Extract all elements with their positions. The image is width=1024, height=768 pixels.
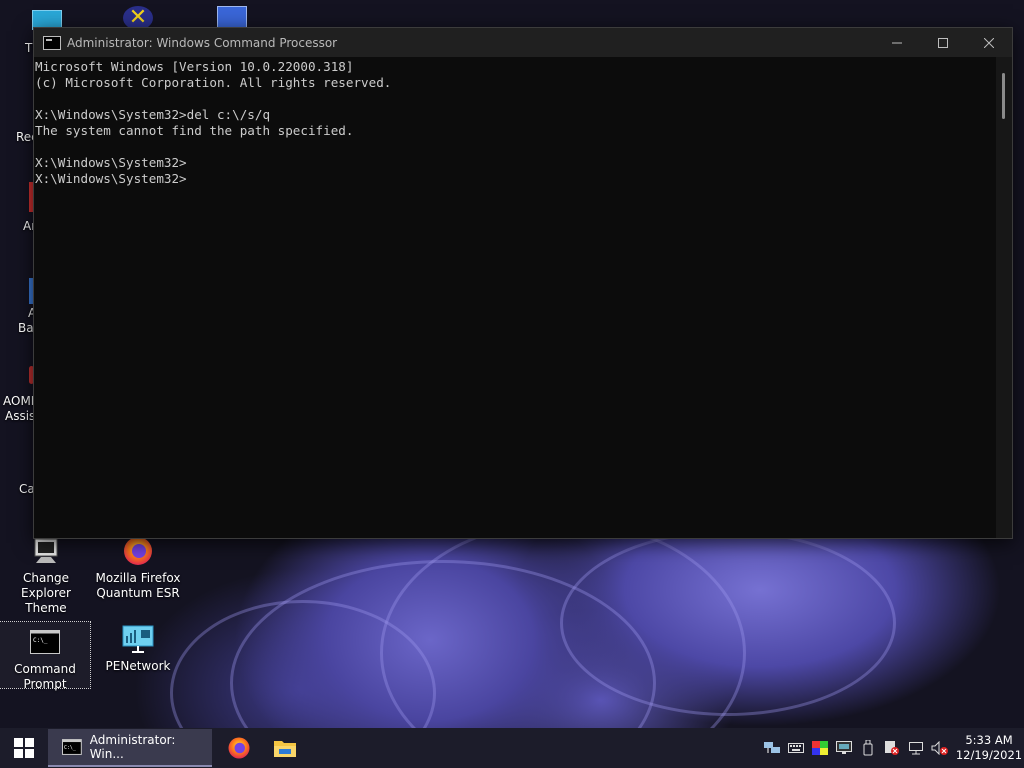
network-share-icon[interactable] [760,728,784,768]
penetwork-shortcut[interactable]: PENetwork [92,623,184,674]
console-line: (c) Microsoft Corporation. All rights re… [35,75,392,90]
window-title: Administrator: Windows Command Processor [67,35,338,50]
shortcut-label-line2: Theme [25,601,67,615]
console-line: X:\Windows\System32> [35,155,187,170]
folder-icon [274,741,296,757]
taskbar-clock[interactable]: 5:33 AM 12/19/2021 [954,733,1024,763]
shortcut-label-line1: Mozilla Firefox [95,571,181,585]
minimize-icon [892,42,902,43]
command-prompt-icon: C:\_ [29,626,61,658]
shortcut-label-line2: Quantum ESR [96,586,180,600]
network-monitor-icon [122,623,154,655]
taskbar-item-label: Administrator: Win... [89,733,176,761]
change-explorer-theme-shortcut[interactable]: Change Explorer Theme [0,535,92,616]
svg-text:C:\_: C:\_ [64,745,76,751]
console-app-icon: C:\_ [62,739,82,755]
console-prompt-line[interactable]: X:\Windows\System32> [35,171,996,187]
close-button[interactable] [966,28,1012,57]
command-prompt-shortcut[interactable]: C:\_ Command Prompt [0,621,91,691]
console-line: Microsoft Windows [Version 10.0.22000.31… [35,59,354,74]
console-output[interactable]: Microsoft Windows [Version 10.0.22000.31… [34,57,996,538]
system-tray: 5:33 AM 12/19/2021 [760,728,1024,768]
taskbar: C:\_ Administrator: Win... 5:33 AM 12/19… [0,728,1024,768]
maximize-button[interactable] [920,28,966,57]
start-button[interactable] [0,728,48,768]
maximize-icon [938,37,948,48]
scrollbar-thumb[interactable] [1002,73,1005,119]
clock-date: 12/19/2021 [955,748,1023,762]
window-titlebar[interactable]: Administrator: Windows Command Processor [34,28,1012,57]
volume-muted-icon[interactable] [928,728,952,768]
shortcut-label-line1: Command [14,662,76,676]
display-settings-icon[interactable] [832,728,856,768]
shortcut-label-line1: PENetwork [105,659,171,673]
minimize-button[interactable] [874,28,920,57]
console-line: The system cannot find the path specifie… [35,123,354,138]
usb-drive-icon[interactable] [856,728,880,768]
taskbar-file-explorer[interactable] [262,728,308,768]
firefox-icon [228,737,250,759]
device-error-icon[interactable] [880,728,904,768]
console-line: X:\Windows\System32>del c:\/s/q [35,107,271,122]
keyboard-icon[interactable] [784,728,808,768]
clock-time: 5:33 AM [965,733,1013,747]
svg-text:C:\_: C:\_ [33,637,48,644]
wallpaper-swirl [560,530,896,716]
shortcut-label-line2: Prompt [23,677,67,691]
monitor-theme-icon [30,535,62,567]
network-status-icon[interactable] [904,728,928,768]
console-app-icon [43,35,61,50]
taskbar-item-command-prompt[interactable]: C:\_ Administrator: Win... [48,729,212,767]
windows-logo-icon [14,738,34,758]
close-icon [984,37,994,48]
command-prompt-window[interactable]: Administrator: Windows Command Processor… [33,27,1013,539]
vertical-scrollbar[interactable] [996,57,1012,538]
firefox-shortcut[interactable]: Mozilla Firefox Quantum ESR [92,535,184,601]
taskbar-firefox[interactable] [216,728,262,768]
shortcut-label-line1: Change Explorer [21,571,71,600]
firefox-icon [122,535,154,567]
window-controls [874,28,1012,57]
color-display-icon[interactable] [808,728,832,768]
